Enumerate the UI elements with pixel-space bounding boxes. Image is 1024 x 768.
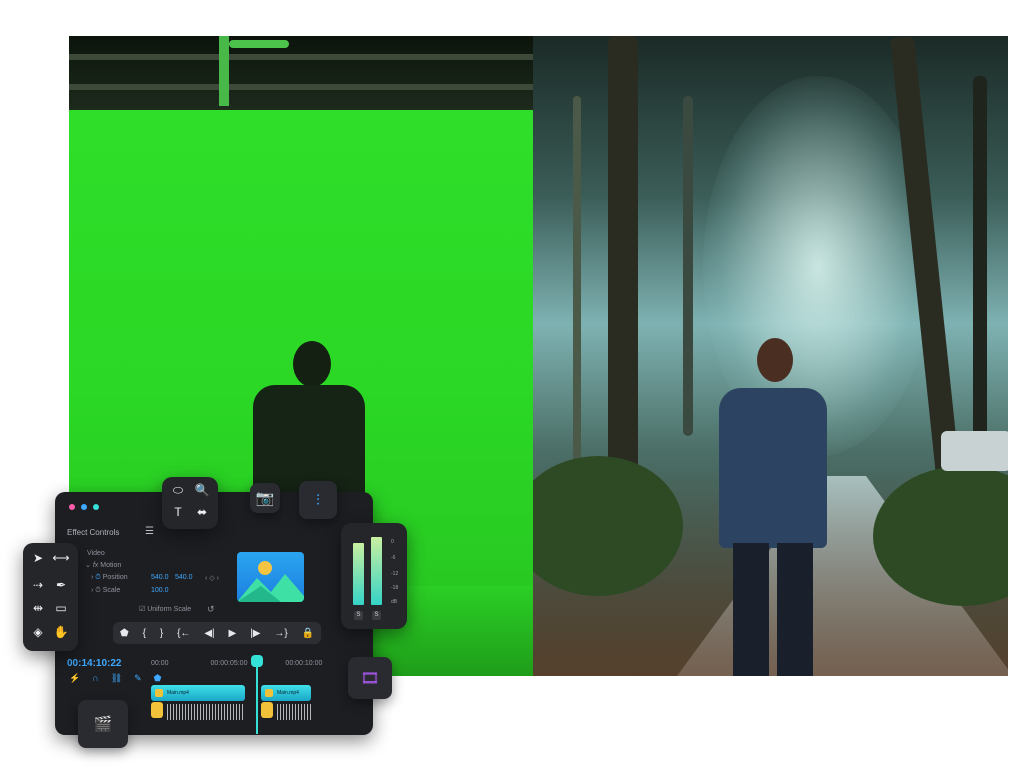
db-unit-label: dB: [391, 599, 398, 605]
db-label-18: -18: [391, 585, 399, 591]
audio-badge-2: [261, 702, 273, 718]
ruler-mark-2: 00:00:10:00: [285, 660, 323, 667]
razor-tool-icon[interactable]: ◈: [28, 625, 48, 639]
window-controls: [69, 504, 99, 510]
type-tool-icon[interactable]: T: [168, 505, 188, 519]
position-y-value[interactable]: 540.0: [175, 574, 193, 581]
parked-van: [941, 431, 1008, 471]
image-thumbnail[interactable]: [237, 552, 304, 602]
mark-out-icon[interactable]: }: [160, 628, 163, 639]
solo-left-button[interactable]: S: [354, 611, 363, 620]
wrench-icon[interactable]: ✎: [134, 673, 142, 684]
keyframe-nav-icon[interactable]: ‹ ◇ ›: [205, 574, 219, 582]
video-clip-1[interactable]: Main.mp4: [151, 685, 245, 701]
motion-row[interactable]: ⌄ fx Motion: [85, 561, 121, 569]
landscape-icon: [237, 561, 304, 602]
move-tool-icon[interactable]: ⬌: [192, 505, 212, 519]
ruler-mark-0: 00:00: [151, 660, 169, 667]
clip-badge-icon: [265, 689, 273, 697]
fx-icon: fx: [92, 562, 99, 569]
position-x-value[interactable]: 540.0: [151, 574, 169, 581]
transport-controls: ⬟ { } {← ◀| ▶ |▶ →} 🔒: [113, 622, 321, 644]
window-dot-pink[interactable]: [69, 504, 75, 510]
camera-icon[interactable]: 📷: [250, 483, 280, 513]
selection-tool-icon[interactable]: ➤: [28, 551, 48, 565]
clip-1-name: Main.mp4: [167, 690, 189, 696]
align-center-icon[interactable]: ⫶: [299, 481, 337, 519]
video-clip-2[interactable]: Main.mp4: [261, 685, 311, 701]
menu-icon[interactable]: ☰: [145, 526, 154, 537]
video-editor-panel: Effect Controls ☰ Video ⌄ fx Motion › ⏱ …: [55, 492, 373, 735]
marker-icon[interactable]: ⬟: [120, 628, 129, 639]
forest-scene-photo: [533, 36, 1008, 676]
audio-waveform-2[interactable]: [277, 704, 311, 720]
lock-icon[interactable]: 🔒: [302, 628, 314, 639]
go-to-out-icon[interactable]: →}: [274, 628, 287, 639]
effect-controls-title[interactable]: Effect Controls: [67, 528, 119, 537]
studio-ceiling: [69, 36, 533, 110]
person-in-forest: [713, 338, 833, 676]
chevron-right-icon[interactable]: ›: [91, 587, 93, 594]
clip-badge-icon: [155, 689, 163, 697]
uniform-scale-row: ☑ Uniform Scale: [139, 605, 191, 613]
motion-label: Motion: [100, 562, 122, 569]
rectangle-tool-icon[interactable]: ▭: [51, 601, 71, 615]
meter-bar-left: [353, 543, 364, 605]
playhead-handle[interactable]: [251, 655, 263, 667]
reset-icon[interactable]: ↺: [207, 604, 215, 615]
clip-2-name: Main.mp4: [277, 690, 299, 696]
link-icon[interactable]: ⛓: [111, 673, 122, 684]
timeline-tools: ⚡ ∩ ⛓ ✎ ⬟: [69, 673, 162, 684]
effect-controls-header: Effect Controls ☰: [67, 526, 207, 544]
scale-row: › ⏱ Scale: [91, 587, 120, 595]
ripple-edit-icon[interactable]: ⇢: [28, 578, 48, 592]
film-audio-icon[interactable]: 🎞: [348, 657, 392, 699]
play-icon[interactable]: ▶: [229, 628, 237, 639]
scale-label: Scale: [102, 587, 121, 594]
tools-palette: ➤ ⟷ ⇢ ✒ ⇹ ▭ ◈ ✋: [23, 543, 78, 651]
scale-value[interactable]: 100.0: [151, 587, 169, 594]
position-label: Position: [102, 574, 128, 581]
meter-bar-right: [371, 537, 382, 605]
ripple-icon[interactable]: ⚡: [69, 673, 80, 684]
zoom-tool-icon[interactable]: 🔍: [192, 483, 212, 497]
hand-tool-icon[interactable]: ✋: [51, 625, 71, 639]
solo-right-button[interactable]: S: [372, 611, 381, 620]
db-label-12: -12: [391, 571, 399, 577]
audio-badge-1: [151, 702, 163, 718]
video-section-label: Video: [87, 550, 105, 557]
db-label-6: -6: [391, 555, 396, 561]
window-dot-blue[interactable]: [81, 504, 87, 510]
db-label-0: 0: [391, 539, 394, 545]
window-dot-cyan[interactable]: [93, 504, 99, 510]
audio-meter: 0 -6 -12 -18 dB S S: [341, 523, 407, 629]
magnet-icon[interactable]: ∩: [92, 673, 98, 684]
step-back-icon[interactable]: ◀|: [204, 628, 214, 639]
marker-small-icon[interactable]: ⬟: [154, 673, 162, 684]
position-row: › ⏱ Position: [91, 574, 128, 582]
go-to-in-icon[interactable]: {←: [177, 628, 190, 639]
chevron-down-icon[interactable]: ⌄: [85, 562, 91, 569]
stopwatch-icon[interactable]: ⏱: [95, 587, 100, 594]
checkbox-icon[interactable]: ☑: [139, 606, 145, 613]
pen-tool-icon[interactable]: ✒: [51, 578, 71, 592]
track-select-icon[interactable]: ⟷: [51, 551, 71, 565]
chevron-right-icon[interactable]: ›: [91, 574, 93, 581]
mark-in-icon[interactable]: {: [143, 628, 146, 639]
stopwatch-icon[interactable]: ⏱: [95, 574, 100, 581]
step-forward-icon[interactable]: |▶: [250, 628, 260, 639]
timecode-display[interactable]: 00:14:10:22: [67, 658, 121, 669]
audio-waveform-1[interactable]: [167, 704, 245, 720]
timeline-ruler[interactable]: 00:00 00:00:05:00 00:00:10:00: [151, 660, 322, 667]
ruler-mark-1: 00:00:05:00: [210, 660, 248, 667]
uniform-scale-label: Uniform Scale: [147, 606, 192, 613]
ellipse-tool-icon[interactable]: ⬭: [168, 483, 188, 498]
shape-text-tools: ⬭ 🔍 T ⬌: [162, 477, 218, 529]
playhead-line[interactable]: [256, 658, 258, 734]
slip-tool-icon[interactable]: ⇹: [28, 601, 48, 615]
film-strip-icon[interactable]: 🎬: [78, 700, 128, 748]
